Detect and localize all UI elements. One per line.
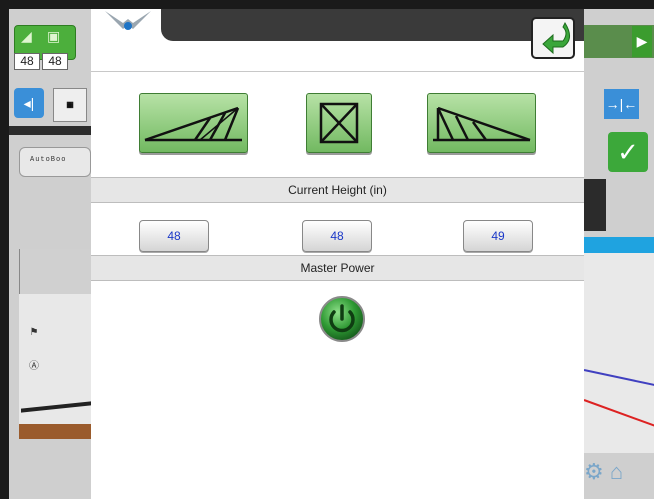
bg-right-cyan-bar [584,237,654,253]
left-boom-raise-button[interactable] [139,93,248,153]
background-left-panel: ◢ ▣ 48 48 ◂| ▦ AutoBoo ⚑ Ⓐ [9,9,92,499]
right-height-button[interactable]: 49 [463,220,533,252]
bg-camera-icon: ▣ [47,28,61,44]
bg-right-dark-block [584,179,606,231]
brand-logo-icon [105,11,151,30]
current-height-header: Current Height (in) [91,177,584,203]
boom-left-raise-icon [144,106,242,142]
boom-center-icon [319,102,359,144]
bg-next-arrow-icon[interactable]: ▶ [632,26,652,57]
background-right-panel: ▶ →|← ✓ ⚙ ⌂ [583,9,654,499]
screen: ◢ ▣ 48 48 ◂| ▦ AutoBoo ⚑ Ⓐ ▶ →|← ✓ ⚙ ⌂ C… [9,9,654,499]
close-popup-button[interactable] [531,17,575,59]
bg-confirm-check-icon[interactable]: ✓ [608,132,648,172]
autoboom-popup: Current Height (in) 48 48 49 Master Powe… [91,9,584,499]
center-height-button[interactable]: 48 [302,220,372,252]
popup-tab-bar [91,9,584,41]
bg-strip [9,126,91,135]
divider-top [91,71,584,72]
bg-auto-icon: Ⓐ [29,361,39,372]
bg-boom-icon: ◢ [21,28,32,44]
bg-ground [19,424,91,439]
boom-right-raise-icon [433,106,531,142]
bg-sensor-icon: ⚑ [29,327,39,338]
bg-collapse-button[interactable]: ◂| [14,88,44,118]
bg-right-bottom-icons: ⚙ ⌂ [584,459,624,484]
master-power-button[interactable] [316,294,368,344]
power-icon [319,296,365,342]
return-arrow-icon [542,21,570,55]
bg-autoboom-tab[interactable]: AutoBoo [19,147,91,177]
bg-autoboom-logo: ▦ [53,88,87,122]
bg-height-center: 48 [42,53,68,70]
right-boom-raise-button[interactable] [427,93,536,153]
center-boom-button[interactable] [306,93,372,153]
popup-tab-strip [161,9,584,41]
bg-height-left: 48 [14,53,40,70]
left-height-button[interactable]: 48 [139,220,209,252]
master-power-header: Master Power [91,255,584,281]
bg-boom-fold-button[interactable]: →|← [604,89,639,119]
